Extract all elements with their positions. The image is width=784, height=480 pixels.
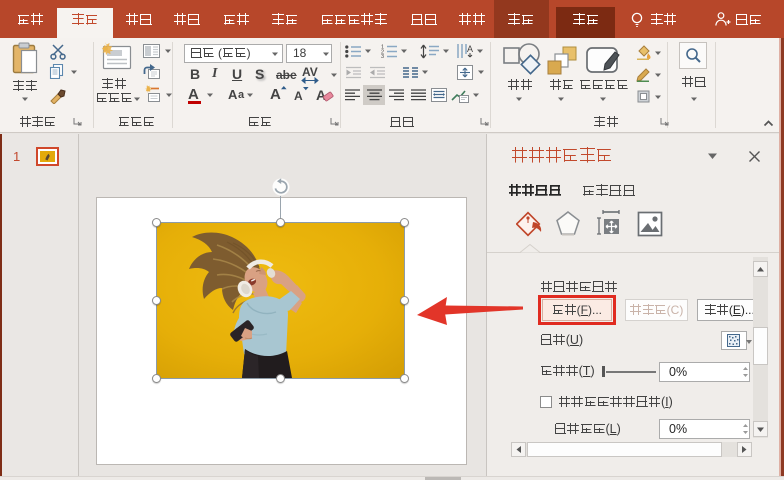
svg-text:3: 3: [381, 54, 384, 58]
svg-text:A: A: [316, 87, 326, 103]
svg-text:A: A: [467, 44, 473, 54]
